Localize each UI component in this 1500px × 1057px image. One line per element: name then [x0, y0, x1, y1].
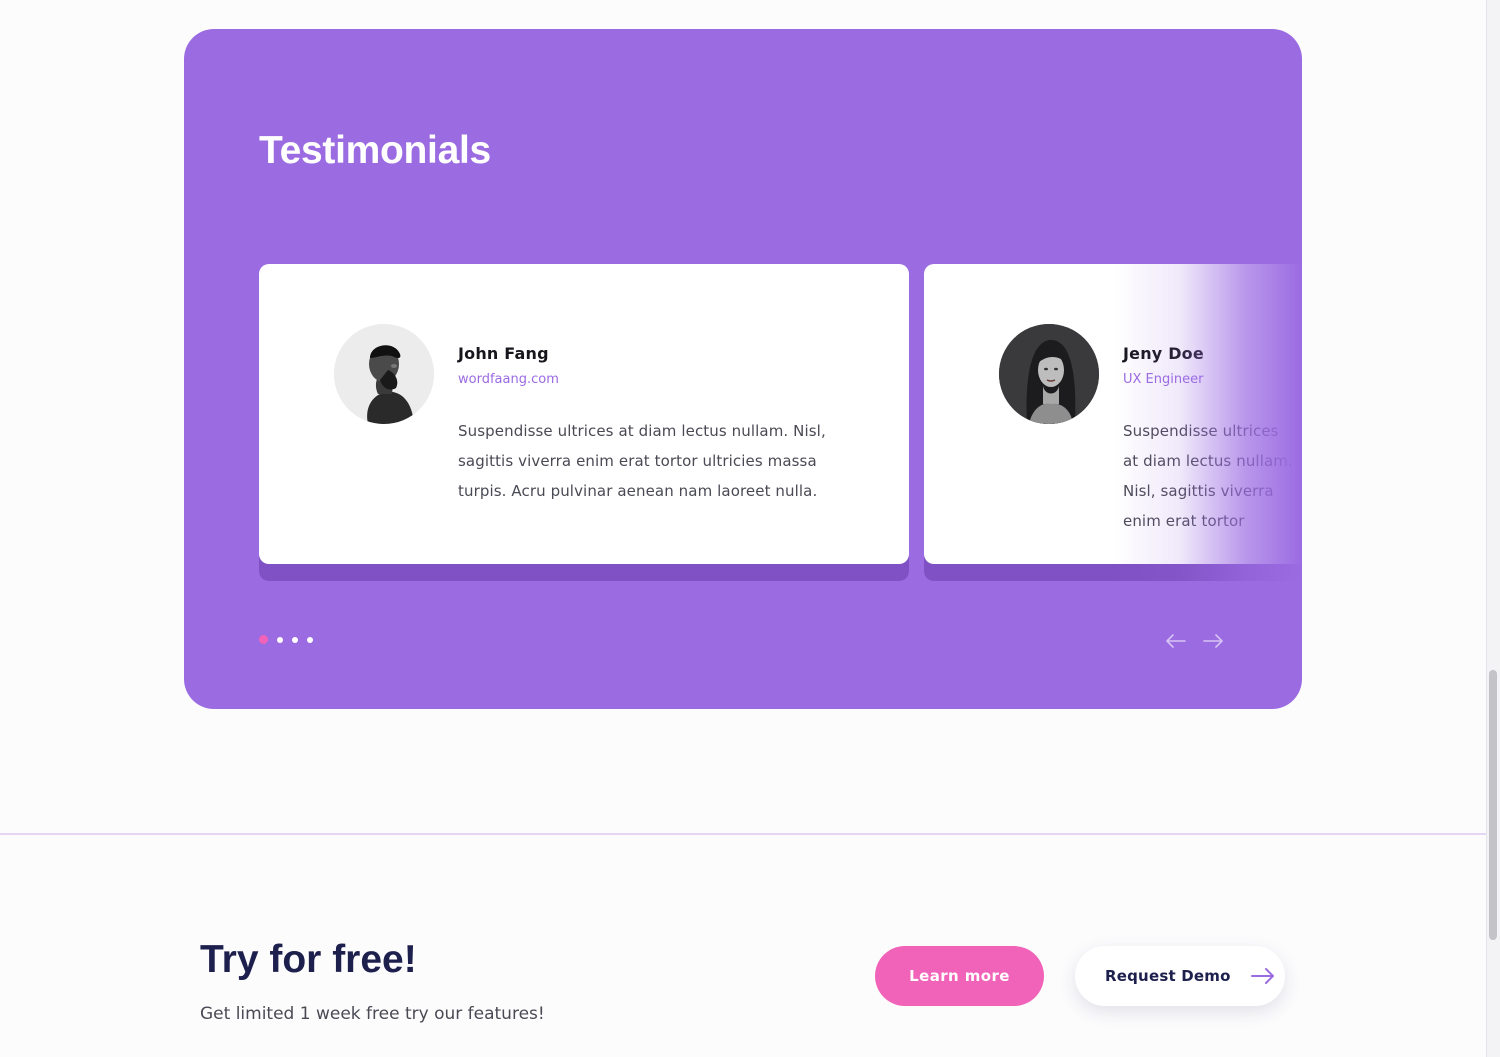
- scrollbar-thumb[interactable]: [1489, 670, 1497, 940]
- testimonials-section: Testimonials John Fang wordfaang.com Sus…: [184, 29, 1302, 709]
- testimonial-quote: Suspendisse ultrices at diam lectus null…: [458, 422, 826, 500]
- avatar: [999, 324, 1099, 424]
- cta-subtitle: Get limited 1 week free try our features…: [200, 1004, 545, 1024]
- carousel-prev-button[interactable]: [1164, 629, 1188, 653]
- request-demo-label: Request Demo: [1105, 967, 1231, 985]
- pagination-dot[interactable]: [292, 636, 298, 643]
- person-role: UX Engineer: [1123, 372, 1204, 387]
- cta-title: Try for free!: [200, 938, 417, 981]
- testimonial-card: Jeny Doe UX Engineer Suspendisse ultrice…: [924, 264, 1302, 564]
- arrow-left-icon: [1166, 634, 1186, 648]
- person-website-link[interactable]: wordfaang.com: [458, 372, 559, 387]
- section-divider: [0, 833, 1486, 835]
- testimonial-card: John Fang wordfaang.com Suspendisse ultr…: [259, 264, 909, 564]
- pagination-dot[interactable]: [277, 636, 283, 643]
- woman-portrait-icon: [999, 324, 1099, 424]
- person-name: John Fang: [458, 344, 549, 363]
- pagination-dot[interactable]: [307, 636, 313, 643]
- arrow-right-icon: [1203, 634, 1223, 648]
- request-demo-button[interactable]: Request Demo: [1075, 946, 1285, 1006]
- man-portrait-icon: [334, 324, 434, 424]
- page-scrollbar[interactable]: [1486, 0, 1500, 1057]
- pagination-dot-active[interactable]: [259, 635, 268, 644]
- section-title: Testimonials: [259, 129, 491, 172]
- testimonial-quote: Suspendisse ultrices at diam lectus null…: [1123, 422, 1293, 530]
- person-name: Jeny Doe: [1123, 344, 1204, 363]
- carousel-pagination: [259, 635, 313, 644]
- avatar: [334, 324, 434, 424]
- carousel-next-button[interactable]: [1201, 629, 1225, 653]
- learn-more-button[interactable]: Learn more: [875, 946, 1044, 1006]
- arrow-right-icon: [1250, 968, 1274, 984]
